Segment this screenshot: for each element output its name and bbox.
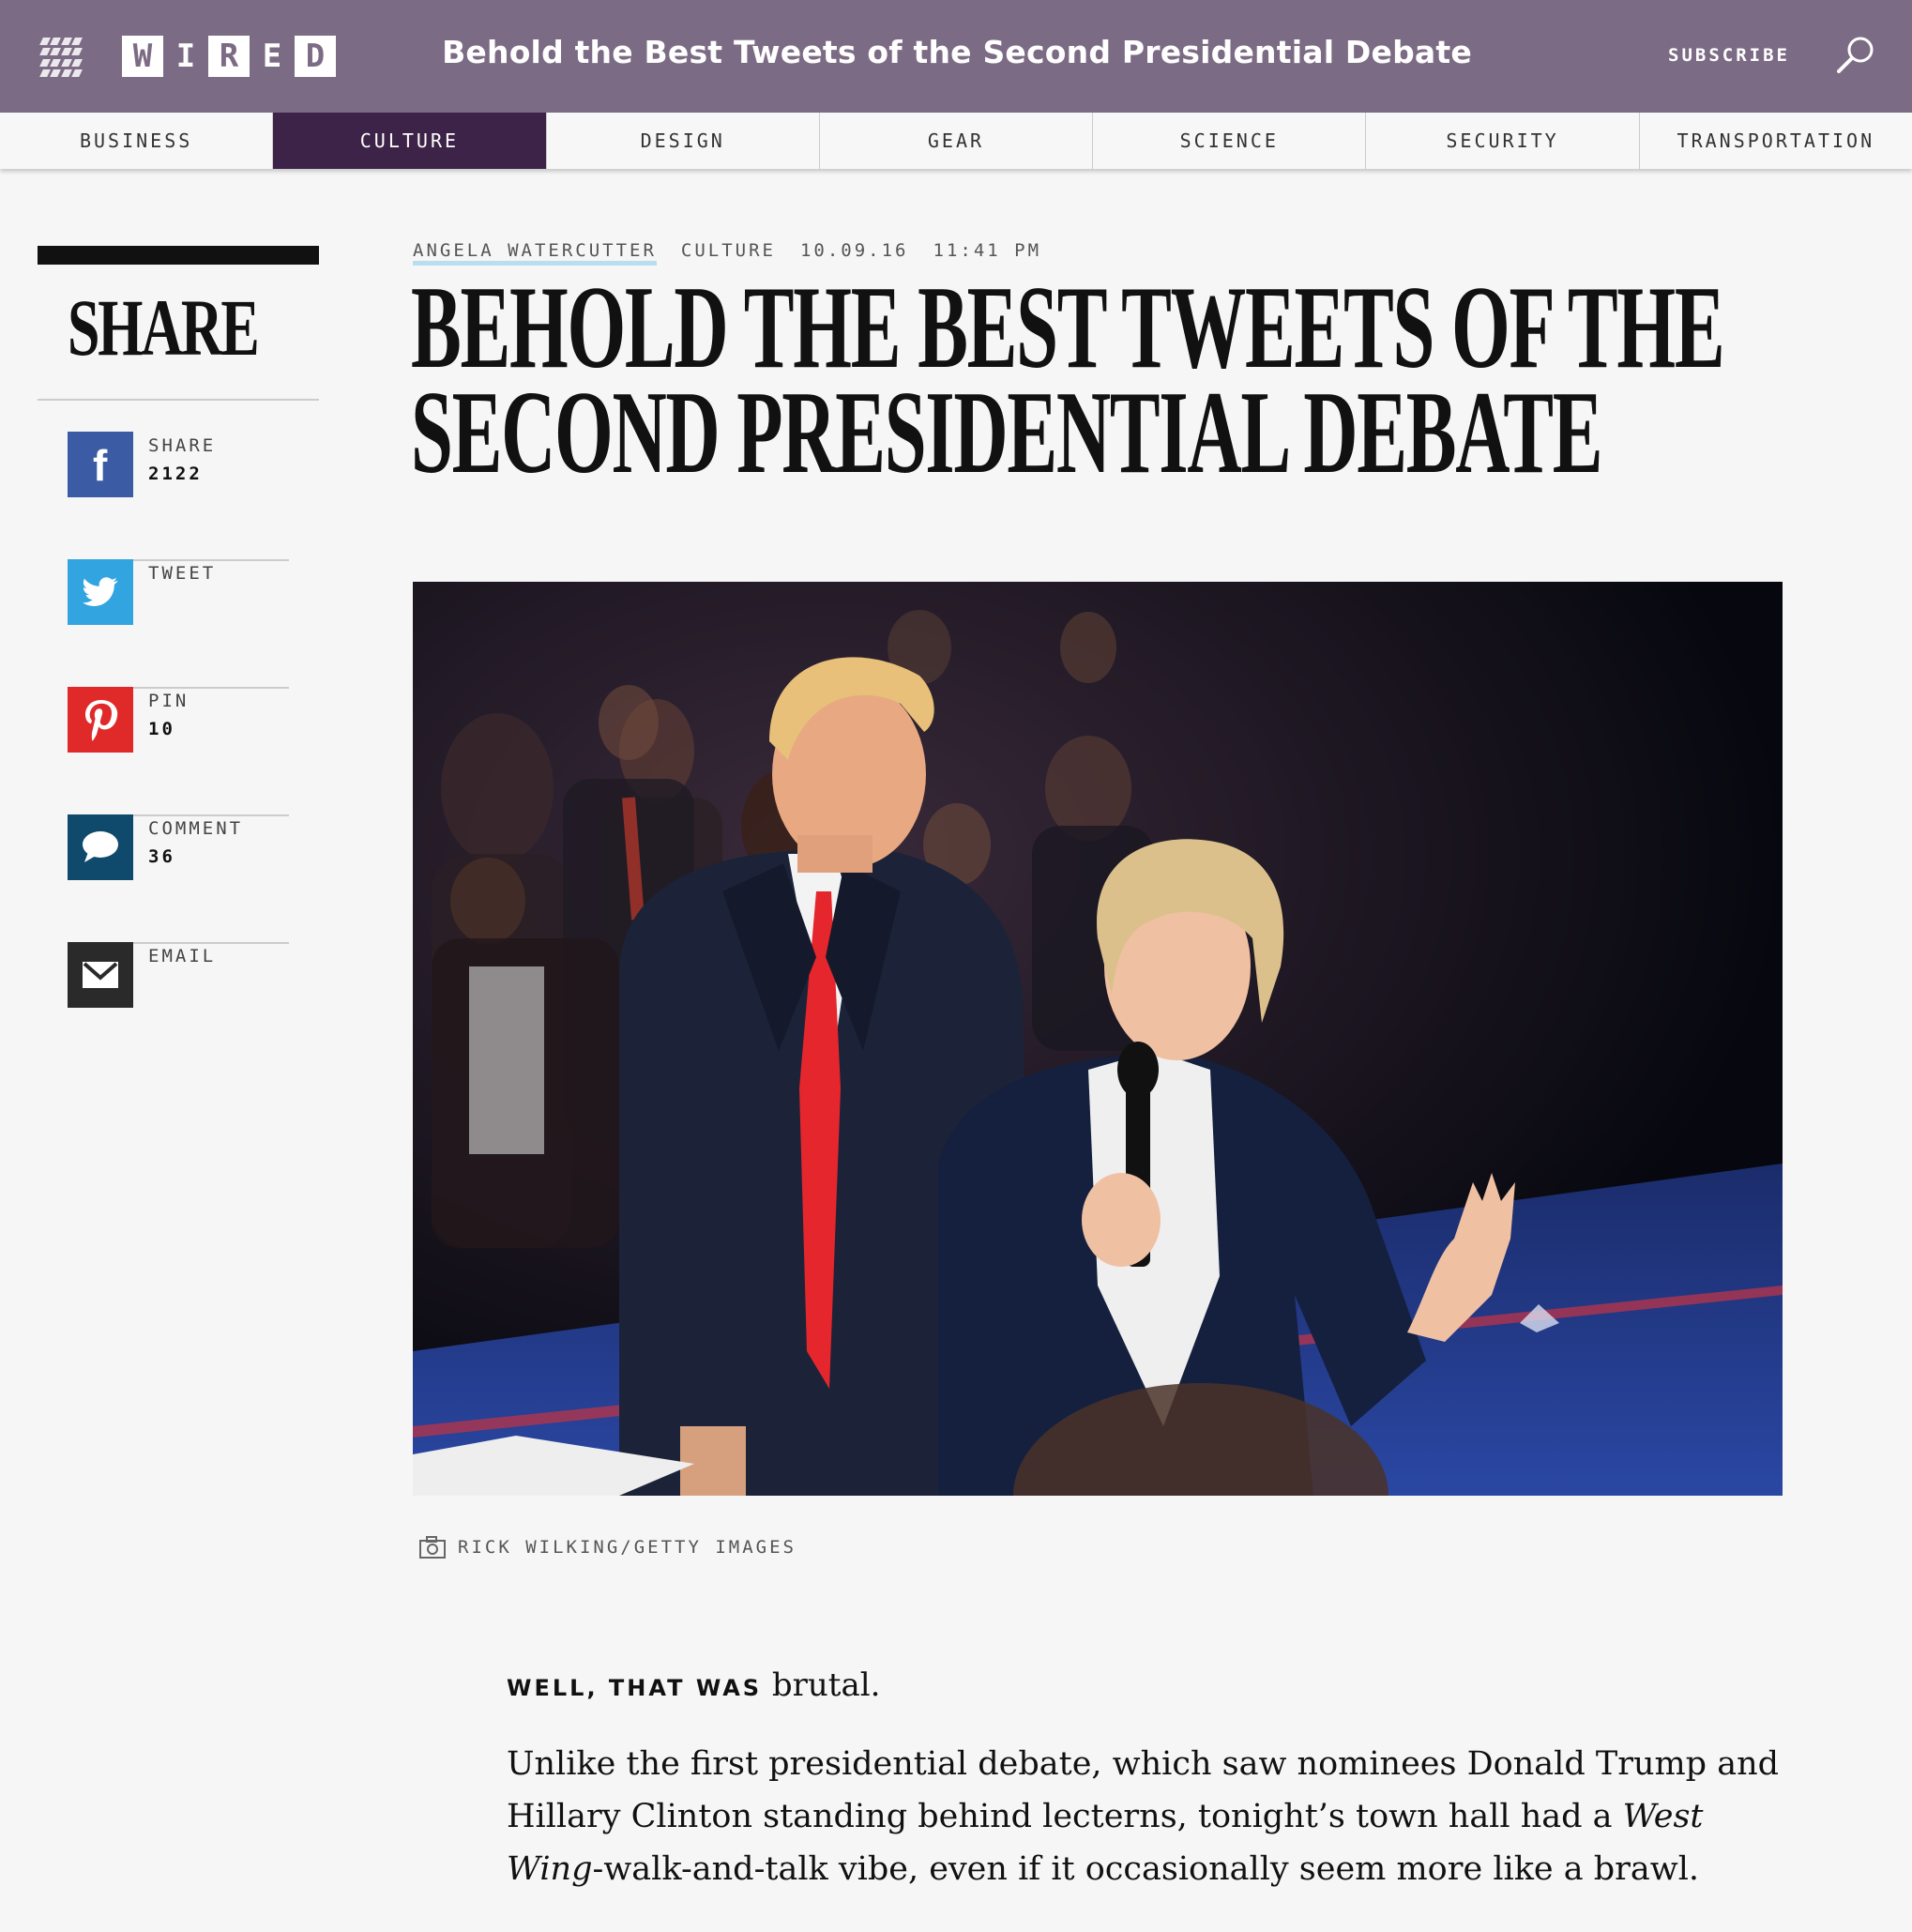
- share-label: SHARE: [148, 435, 217, 456]
- nav-security[interactable]: SECURITY: [1366, 113, 1640, 169]
- email-label: EMAIL: [148, 946, 217, 966]
- pinterest-icon[interactable]: [68, 687, 133, 753]
- twitter-icon[interactable]: [68, 559, 133, 625]
- author-link[interactable]: ANGELA WATERCUTTER: [413, 240, 657, 266]
- nav-design[interactable]: DESIGN: [547, 113, 820, 169]
- wired-logo[interactable]: W I R E D: [122, 36, 338, 77]
- header-article-title: Behold the Best Tweets of the Second Pre…: [442, 34, 1472, 70]
- subscribe-link[interactable]: SUBSCRIBE: [1668, 45, 1790, 66]
- share-comment[interactable]: COMMENT 36: [68, 814, 289, 944]
- lead-caps: WELL, THAT WAS: [507, 1675, 763, 1701]
- tweet-label: TWEET: [148, 563, 217, 584]
- article-headline: BEHOLD THE BEST TWEETS OF THE SECOND PRE…: [411, 263, 1725, 498]
- logo-letter: R: [208, 36, 250, 77]
- photo-caption: RICK WILKING/GETTY IMAGES: [418, 1535, 797, 1559]
- search-icon[interactable]: [1834, 34, 1877, 77]
- nav-transportation[interactable]: TRANSPORTATION: [1640, 113, 1912, 169]
- share-divider: [38, 399, 319, 401]
- paragraph-text: -walk-and-talk vibe, even if it occasion…: [592, 1850, 1700, 1888]
- nav-gear[interactable]: GEAR: [820, 113, 1094, 169]
- svg-text:f: f: [93, 443, 108, 486]
- body-paragraph: Unlike the first presidential debate, wh…: [507, 1738, 1783, 1895]
- publish-date: 10.09.16: [799, 240, 909, 261]
- headline-line: SECOND PRESIDENTIAL DEBATE: [411, 368, 1603, 498]
- publish-time: 11:41 PM: [933, 240, 1042, 261]
- comment-label: COMMENT: [148, 818, 244, 839]
- comment-count: 36: [148, 846, 175, 867]
- share-twitter[interactable]: TWEET: [68, 559, 289, 689]
- share-facebook[interactable]: f SHARE 2122: [68, 432, 289, 561]
- share-heading: SHARE: [68, 282, 260, 373]
- hero-photo: [413, 582, 1783, 1496]
- logo-letter: E: [262, 38, 282, 75]
- nav-science[interactable]: SCIENCE: [1093, 113, 1367, 169]
- share-pinterest[interactable]: PIN 10: [68, 687, 289, 816]
- logo-letter: W: [122, 36, 163, 77]
- pin-count: 10: [148, 719, 175, 739]
- menu-grid-icon[interactable]: [39, 38, 83, 77]
- logo-letter: D: [295, 36, 336, 77]
- lead-rest: brutal.: [771, 1666, 881, 1704]
- share-divider-bar: [38, 246, 319, 265]
- site-header: W I R E D Behold the Best Tweets of the …: [0, 0, 1912, 113]
- logo-letter: I: [175, 38, 196, 75]
- nav-business[interactable]: BUSINESS: [0, 113, 274, 169]
- section-nav: BUSINESS CULTURE DESIGN GEAR SCIENCE SEC…: [0, 113, 1912, 169]
- lead-paragraph: WELL, THAT WAS brutal.: [507, 1666, 880, 1704]
- section-link[interactable]: CULTURE: [681, 240, 776, 266]
- pin-label: PIN: [148, 691, 190, 711]
- share-count: 2122: [148, 464, 203, 484]
- byline: ANGELA WATERCUTTER CULTURE 10.09.16 11:4…: [413, 240, 1041, 266]
- paragraph-text: Unlike the first presidential debate, wh…: [507, 1745, 1780, 1835]
- facebook-icon[interactable]: f: [68, 432, 133, 497]
- email-icon[interactable]: [68, 942, 133, 1008]
- headline-line: BEHOLD THE BEST TWEETS OF THE: [411, 263, 1725, 393]
- photo-credit: RICK WILKING/GETTY IMAGES: [458, 1537, 797, 1558]
- nav-culture[interactable]: CULTURE: [273, 113, 547, 169]
- share-email[interactable]: EMAIL: [68, 942, 289, 1070]
- camera-icon: [419, 1536, 446, 1559]
- comment-icon[interactable]: [68, 814, 133, 880]
